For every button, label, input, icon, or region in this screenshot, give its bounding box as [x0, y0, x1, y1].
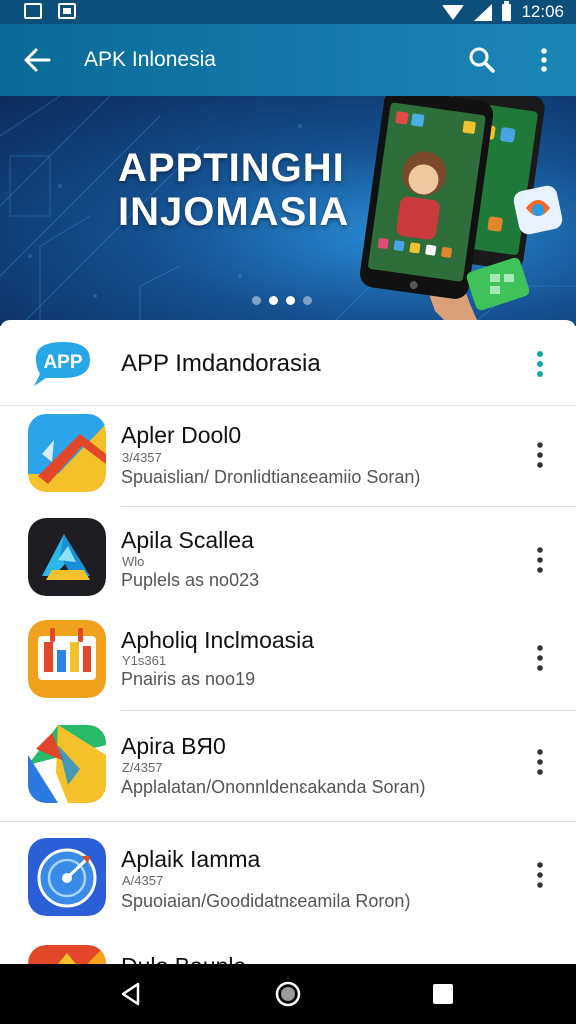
app-icon-4 — [28, 725, 106, 803]
app-description: Spuaislian/ Dronlidtianɛeamiio Soran) — [121, 467, 421, 487]
app-bar: APK Inlonesia — [0, 24, 576, 96]
item-more-icon[interactable] — [528, 643, 552, 673]
app-list-item[interactable]: Apler Dool0 3/4357 Spuaislian/ Dronlidti… — [0, 406, 576, 506]
item-more-icon[interactable] — [528, 860, 552, 890]
banner-dot-1[interactable] — [252, 296, 261, 305]
banner-title: APPTINGHI INJOMASIA — [118, 146, 349, 234]
photo-notification-icon — [58, 3, 76, 19]
app-description: Pnairis as noo19 — [121, 669, 256, 689]
app-icon-1 — [28, 414, 106, 492]
banner-page-indicator — [252, 296, 312, 305]
nav-home-icon[interactable] — [274, 980, 302, 1008]
app-icon-6 — [28, 945, 106, 964]
banner-dot-2[interactable] — [269, 296, 278, 305]
app-list-item[interactable]: Apira BЯ0 Z/4357 Applalatan/Ononnldenɛak… — [0, 711, 576, 821]
banner-dot-4[interactable] — [303, 296, 312, 305]
banner-title-line1: APPTINGHI — [118, 146, 345, 190]
item-more-icon[interactable] — [528, 747, 552, 777]
app-subtitle: Z/4357 — [122, 760, 163, 775]
app-list-item[interactable]: Dulo Baunla — [0, 937, 576, 964]
phone-illustration — [359, 96, 563, 326]
app-name: Apila Scallea — [121, 527, 254, 553]
wifi-icon — [442, 4, 465, 20]
app-logo: APP — [34, 342, 90, 386]
app-name: Apler Dool0 — [121, 422, 242, 448]
app-list-item[interactable]: Aplaik Iamma A/4357 Spuoiaian/Goodidatnɛ… — [0, 822, 576, 937]
app-description: Spuoiaian/Goodidatnɛeamila Roron) — [121, 891, 411, 911]
more-vert-icon[interactable] — [530, 46, 558, 74]
promo-banner[interactable]: APPTINGHI INJOMASIA — [0, 96, 576, 326]
list-header: APP APP Imdandorasia — [0, 320, 576, 406]
app-subtitle: A/4357 — [122, 873, 164, 888]
app-icon-5 — [28, 838, 106, 916]
item-more-icon[interactable] — [528, 440, 552, 470]
signal-icon — [474, 3, 493, 21]
system-nav-bar — [0, 964, 576, 1024]
header-more-icon[interactable] — [528, 348, 552, 380]
search-icon[interactable] — [468, 46, 496, 74]
app-list-item[interactable]: Apila Scallea Wlo Puplels as no023 — [0, 507, 576, 607]
nav-recents-icon[interactable] — [433, 984, 453, 1004]
app-list-card: APP APP Imdandorasia Apler Dool0 3/4357 … — [0, 320, 576, 964]
item-more-icon[interactable] — [528, 545, 552, 575]
app-icon-2 — [28, 518, 106, 596]
banner-title-line2: INJOMASIA — [118, 190, 350, 234]
back-arrow-icon[interactable] — [22, 46, 52, 74]
app-name: Apholiq Inclmoasia — [121, 627, 315, 653]
app-bar-title: APK Inlonesia — [84, 48, 216, 71]
app-name: Dulo Baunla — [121, 953, 246, 964]
app-subtitle: Wlo — [122, 554, 145, 569]
app-name: Apira BЯ0 — [121, 733, 226, 759]
app-name: Aplaik Iamma — [121, 846, 261, 872]
battery-icon — [502, 0, 512, 21]
banner-dot-3[interactable] — [286, 296, 295, 305]
status-bar: 12:06 — [0, 0, 576, 24]
app-logo-text: APP — [43, 352, 82, 373]
app-list-item[interactable]: Apholiq Inclmoasia Y1s361 Pnairis as noo… — [0, 607, 576, 710]
gallery-notification-icon — [24, 3, 42, 19]
list-header-title: APP Imdandorasia — [121, 350, 321, 377]
app-description: Applalatan/Ononnldenɛakanda Soran) — [121, 777, 426, 797]
app-subtitle: 3/4357 — [122, 450, 162, 465]
status-time: 12:06 — [521, 2, 564, 21]
nav-back-icon[interactable] — [118, 981, 144, 1007]
app-icon-3 — [28, 620, 106, 698]
app-description: Puplels as no023 — [121, 570, 260, 590]
app-subtitle: Y1s361 — [122, 653, 167, 668]
